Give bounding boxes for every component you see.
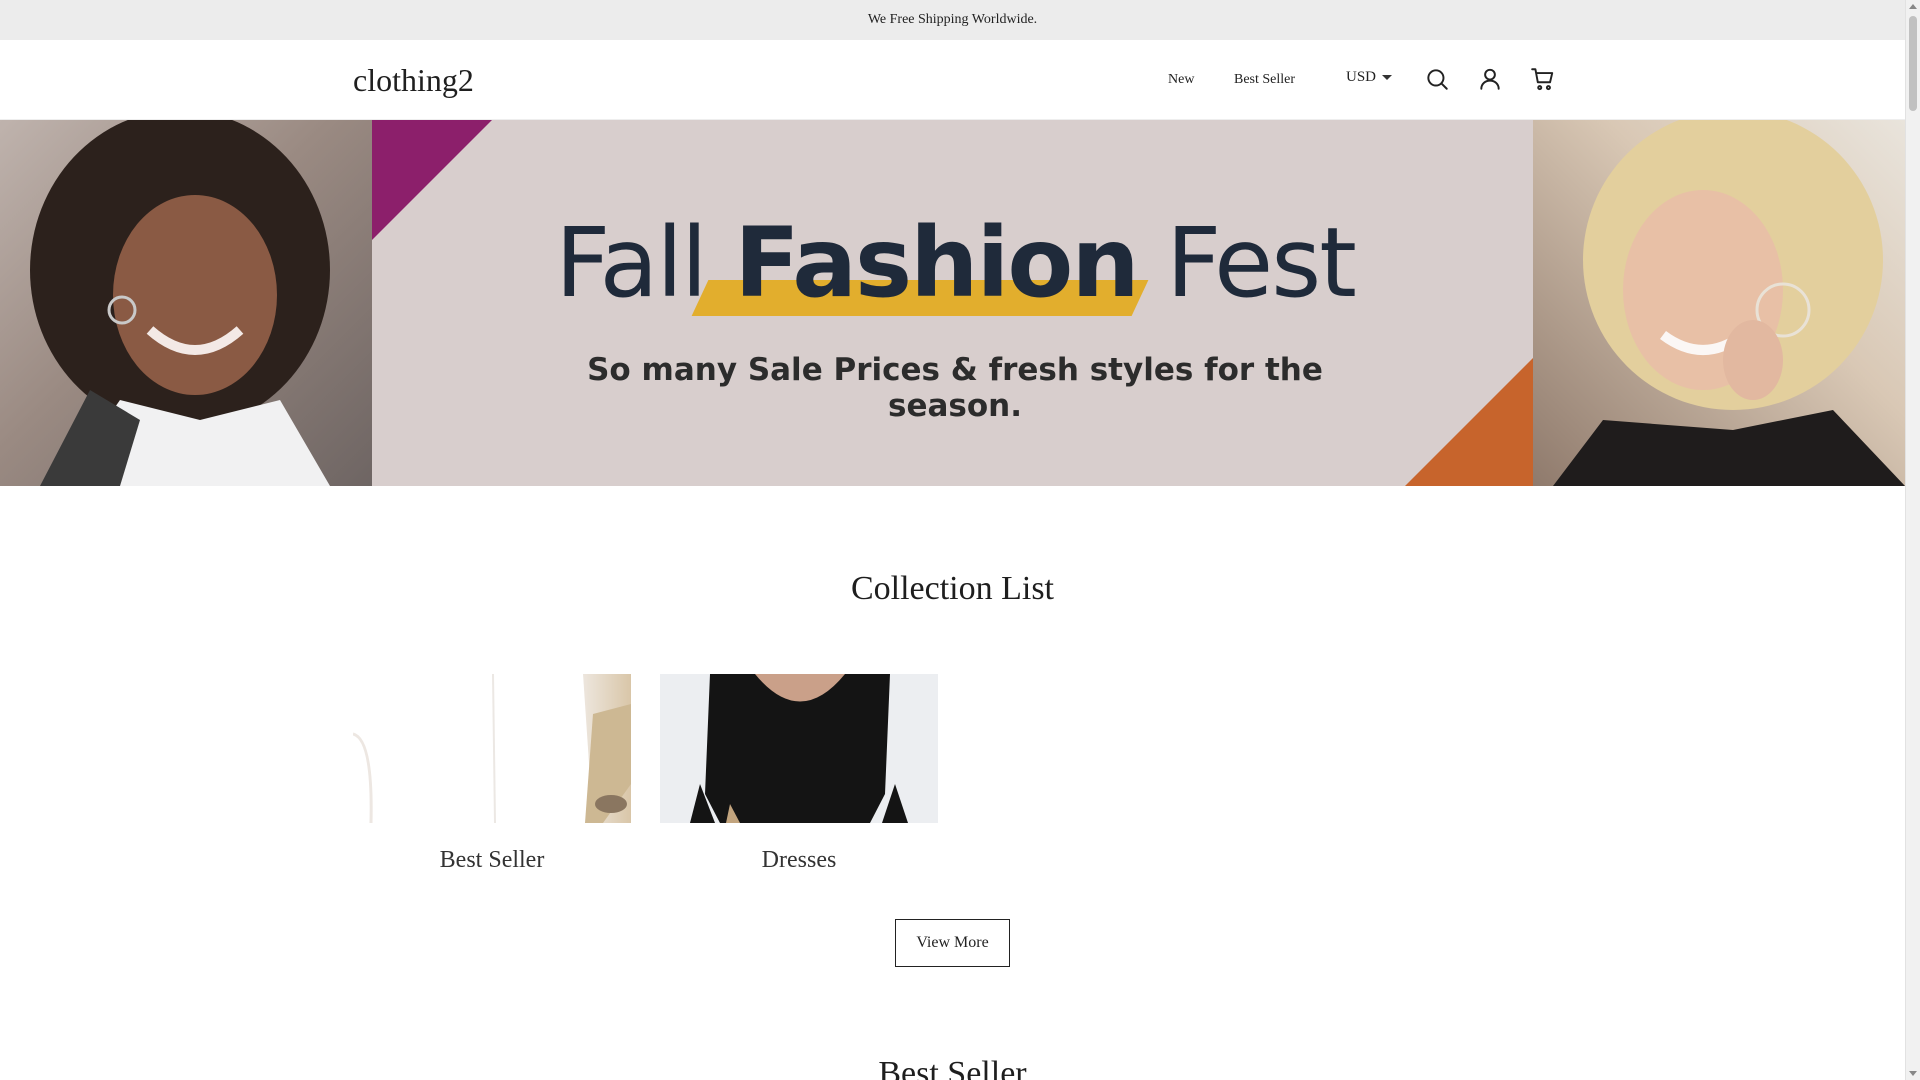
collection-card-best-seller[interactable]: Best Seller bbox=[353, 674, 631, 874]
view-more-button[interactable]: View More bbox=[895, 919, 1010, 967]
scroll-down-arrow-icon[interactable] bbox=[1909, 1071, 1917, 1076]
nav-link-best-seller[interactable]: Best Seller bbox=[1234, 71, 1295, 89]
purple-triangle-decoration bbox=[372, 120, 492, 240]
announcement-bar: We Free Shipping Worldwide. bbox=[0, 0, 1905, 40]
banner-title-end: Fest bbox=[1137, 207, 1357, 319]
best-seller-title: Best Seller bbox=[878, 1055, 1027, 1080]
announcement-text: We Free Shipping Worldwide. bbox=[867, 12, 1038, 27]
search-icon[interactable] bbox=[1424, 66, 1450, 92]
scroll-up-arrow-icon[interactable] bbox=[1909, 4, 1917, 9]
collection-image-dresses[interactable] bbox=[660, 674, 938, 823]
collection-image-best-seller[interactable] bbox=[353, 674, 631, 823]
banner-title-bold: Fashion bbox=[734, 207, 1139, 319]
collection-label-dresses[interactable]: Dresses bbox=[660, 847, 938, 874]
banner-title: Fall Fashion Fest bbox=[540, 208, 1370, 318]
caret-down-icon bbox=[1382, 75, 1393, 80]
nav-link-new[interactable]: New bbox=[1168, 71, 1194, 89]
collection-list-title: Collection List bbox=[850, 570, 1055, 607]
collection-label-best-seller[interactable]: Best Seller bbox=[353, 847, 631, 874]
page-scrollbar[interactable] bbox=[1905, 0, 1920, 1080]
scrollbar-thumb[interactable] bbox=[1909, 16, 1917, 111]
banner-model-right-image bbox=[1533, 120, 1905, 486]
banner-title-start: Fall bbox=[555, 207, 735, 319]
site-logo[interactable]: clothing2 bbox=[353, 60, 474, 100]
site-header: clothing2 New Best Seller USD bbox=[0, 40, 1905, 120]
currency-selector[interactable]: USD bbox=[1346, 69, 1393, 86]
banner-subtitle: So many Sale Prices & fresh styles for t… bbox=[587, 352, 1323, 424]
banner-model-left-image bbox=[0, 120, 372, 486]
collection-card-dresses[interactable]: Dresses bbox=[660, 674, 938, 874]
currency-label: USD bbox=[1346, 69, 1377, 85]
hero-banner[interactable]: Fall Fashion Fest So many Sale Prices & … bbox=[0, 120, 1905, 486]
orange-triangle-decoration bbox=[1405, 358, 1533, 486]
cart-icon[interactable] bbox=[1530, 66, 1556, 92]
account-icon[interactable] bbox=[1477, 66, 1503, 92]
